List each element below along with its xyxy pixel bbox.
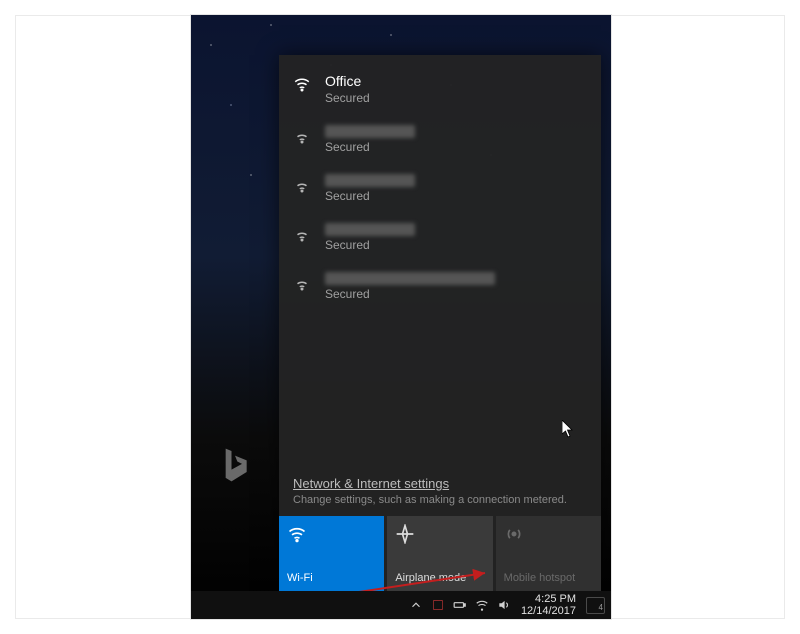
network-status: Secured: [325, 189, 415, 203]
network-name-redacted: [325, 125, 415, 138]
network-item[interactable]: Secured: [279, 215, 601, 264]
tray-chevron-up-icon[interactable]: [409, 598, 423, 612]
airplane-mode-tile[interactable]: Airplane mode: [387, 516, 492, 592]
system-tray: [409, 598, 511, 612]
network-settings-link[interactable]: Network & Internet settings: [293, 476, 449, 491]
wifi-icon: [293, 176, 313, 197]
taskbar-clock[interactable]: 4:25 PM 12/14/2017: [521, 593, 576, 617]
network-settings-subtext: Change settings, such as making a connec…: [293, 494, 587, 506]
network-settings-section: Network & Internet settings Change setti…: [279, 472, 601, 516]
network-name-redacted: [325, 272, 495, 285]
network-name-redacted: [325, 174, 415, 187]
action-center-icon[interactable]: 4: [586, 597, 605, 614]
network-item[interactable]: Secured: [279, 117, 601, 166]
taskbar: 4:25 PM 12/14/2017 4: [191, 591, 611, 619]
bing-logo: [221, 445, 249, 485]
tray-app-icon[interactable]: [431, 598, 445, 612]
wifi-icon: [293, 75, 313, 96]
wifi-tile[interactable]: Wi-Fi: [279, 516, 384, 592]
hotspot-tile-label: Mobile hotspot: [504, 572, 576, 584]
network-status: Secured: [325, 238, 415, 252]
wifi-icon: [293, 225, 313, 246]
hotspot-icon: [504, 524, 524, 544]
network-status: Secured: [325, 287, 495, 301]
action-center-count: 4: [599, 603, 603, 612]
network-list: Office Secured Secured S: [279, 55, 601, 472]
wifi-tile-label: Wi-Fi: [287, 572, 313, 584]
bing-icon: [221, 445, 249, 485]
network-name-redacted: [325, 223, 415, 236]
network-item[interactable]: Office Secured: [279, 65, 601, 117]
wifi-icon: [293, 127, 313, 148]
quick-action-tiles: Wi-Fi Airplane mode Mobile hotspot: [279, 516, 601, 592]
battery-icon[interactable]: [453, 598, 467, 612]
clock-time: 4:25 PM: [535, 593, 576, 605]
airplane-icon: [395, 524, 415, 544]
network-flyout: Office Secured Secured S: [279, 55, 601, 592]
network-status: Secured: [325, 91, 370, 105]
mobile-hotspot-tile[interactable]: Mobile hotspot: [496, 516, 601, 592]
desktop: Office Secured Secured S: [191, 15, 611, 619]
network-status: Secured: [325, 140, 415, 154]
wifi-icon: [293, 274, 313, 295]
volume-icon[interactable]: [497, 598, 511, 612]
wifi-icon: [287, 524, 307, 544]
clock-date: 12/14/2017: [521, 605, 576, 617]
network-item[interactable]: Secured: [279, 166, 601, 215]
airplane-tile-label: Airplane mode: [395, 572, 466, 584]
network-item[interactable]: Secured: [279, 264, 601, 313]
network-name: Office: [325, 73, 370, 89]
network-tray-icon[interactable]: [475, 598, 489, 612]
